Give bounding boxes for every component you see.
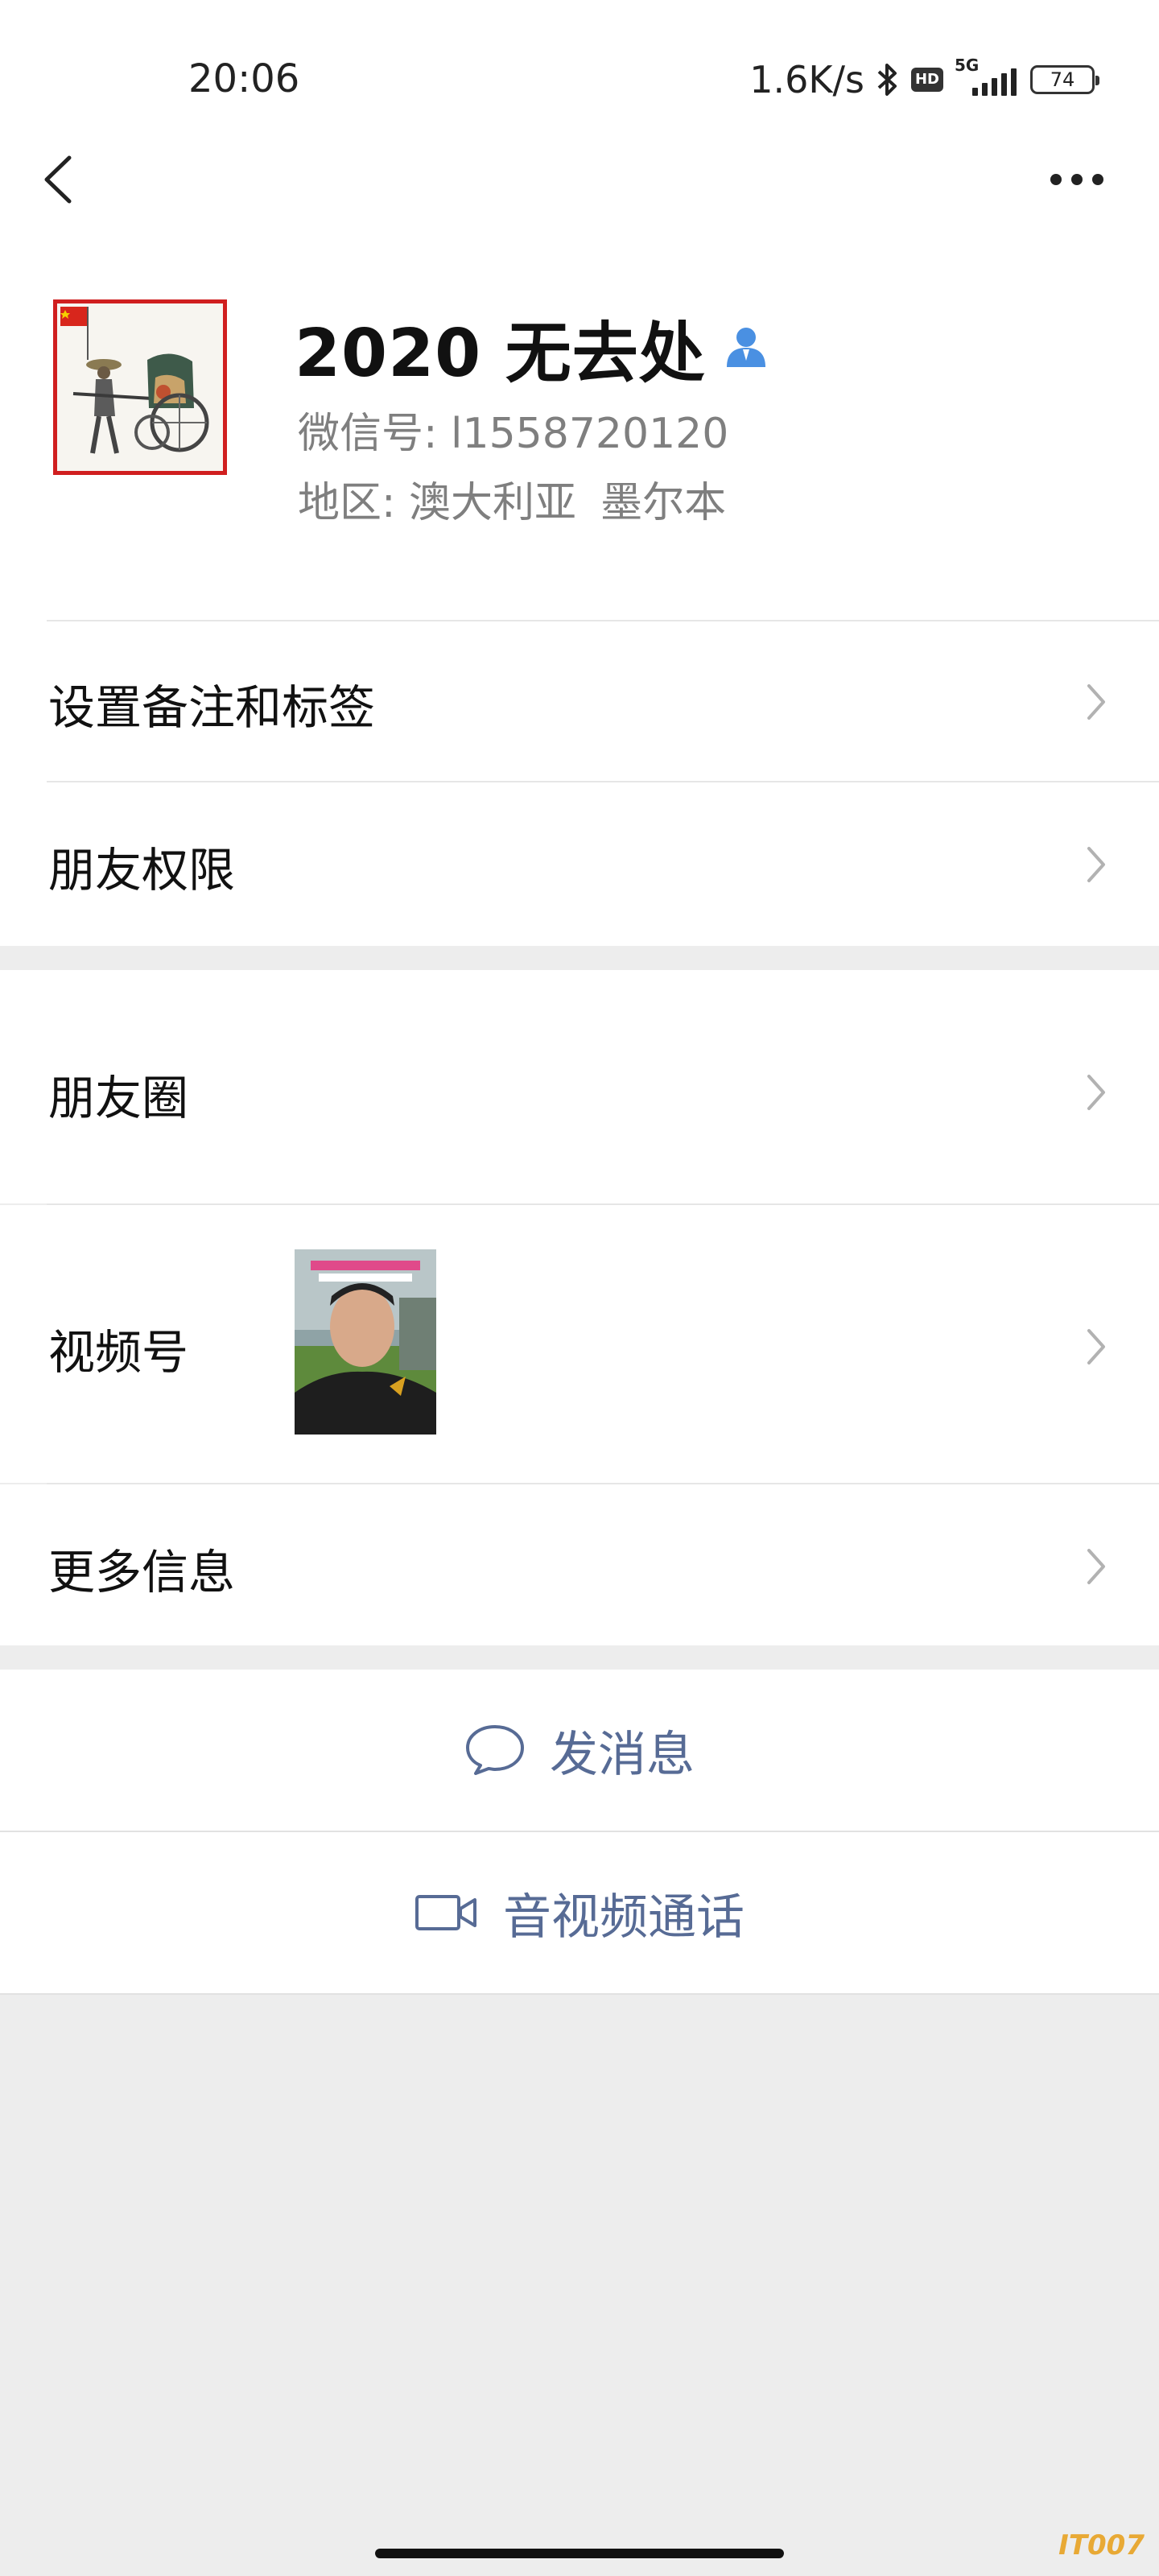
video-call-label: 音视频通话 (503, 1889, 744, 1946)
status-time: 20:06 (188, 56, 300, 101)
more-button[interactable] (1048, 167, 1106, 192)
more-dots-icon (1050, 174, 1103, 185)
send-message-button[interactable]: 发消息 (0, 1670, 1159, 1831)
row-channels[interactable]: 视频号 (0, 1205, 1159, 1483)
channels-video-thumbnail[interactable] (295, 1249, 436, 1435)
chevron-right-icon (1087, 1329, 1105, 1364)
signal-icon: 5G (955, 56, 1019, 99)
back-button[interactable] (39, 153, 79, 206)
chevron-right-icon (1087, 1075, 1105, 1110)
chevron-right-icon (1087, 1549, 1105, 1584)
video-camera-icon (415, 1895, 476, 1930)
row-friend-permissions[interactable]: 朋友权限 (0, 782, 1159, 943)
video-call-button[interactable]: 音视频通话 (0, 1832, 1159, 1993)
watermark-logo: IT007 (1058, 2529, 1145, 2562)
network-speed: 1.6K/s (749, 58, 864, 101)
chevron-right-icon (1087, 847, 1105, 882)
video-thumbnail-image (295, 1249, 436, 1435)
row-remark-tags[interactable]: 设置备注和标签 (0, 621, 1159, 781)
rickshaw-avatar-image (57, 303, 223, 471)
hd-badge: HD (910, 68, 943, 92)
row-more-info[interactable]: 更多信息 (0, 1484, 1159, 1645)
chevron-left-icon (44, 155, 72, 204)
chevron-right-icon (1087, 684, 1105, 720)
status-bar: 20:06 1.6K/s HD 5G 74 (0, 0, 1159, 153)
region-country: 地区: 澳大利亚 (298, 479, 577, 527)
section-gap (0, 1645, 1159, 1670)
row-permissions-label: 朋友权限 (48, 843, 236, 898)
region: 地区: 澳大利亚 墨尔本 (298, 469, 726, 529)
send-message-label: 发消息 (550, 1726, 695, 1783)
row-remark-label: 设置备注和标签 (48, 680, 376, 735)
profile-name: 2020 无去处 (295, 316, 706, 392)
row-more-info-label: 更多信息 (48, 1545, 236, 1600)
status-icons: 1.6K/s HD 5G 74 (749, 56, 1099, 101)
person-icon (724, 324, 769, 372)
divider (0, 1993, 1159, 1995)
bluetooth-icon (876, 60, 900, 99)
row-moments[interactable]: 朋友圈 (0, 970, 1159, 1203)
region-city: 墨尔本 (600, 479, 727, 527)
wechat-id: 微信号: l1558720120 (298, 410, 729, 458)
battery-level: 74 (1050, 68, 1075, 91)
profile-name-row: 2020 无去处 (295, 299, 769, 395)
avatar[interactable] (53, 299, 227, 475)
chat-bubble-icon (466, 1725, 524, 1775)
home-indicator[interactable] (375, 2549, 784, 2558)
section-gap (0, 946, 1159, 970)
row-channels-label: 视频号 (48, 1325, 189, 1380)
battery-icon: 74 (1030, 65, 1099, 94)
row-moments-label: 朋友圈 (48, 1071, 189, 1125)
